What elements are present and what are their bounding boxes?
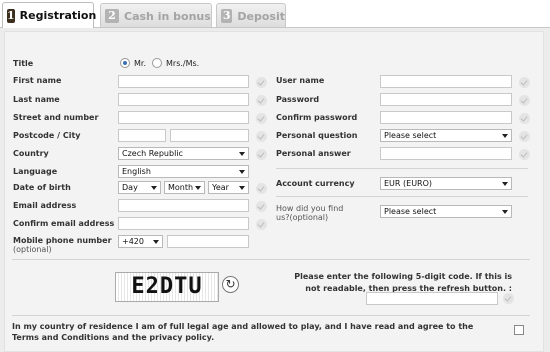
city-input[interactable] — [170, 129, 249, 142]
title-label: Title — [13, 59, 34, 68]
check-icon — [519, 95, 530, 106]
tab-number-2: 2 — [105, 9, 119, 23]
title-mr-radio[interactable] — [120, 58, 130, 68]
terms-agreement-text: In my country of residence I am of full … — [12, 322, 474, 342]
tab-label: Registration — [19, 9, 97, 22]
check-icon — [256, 201, 267, 212]
email-input[interactable] — [118, 199, 249, 212]
divider — [12, 259, 530, 260]
personal-answer-input[interactable] — [380, 147, 512, 160]
divider — [276, 168, 528, 169]
password-label: Password — [276, 95, 320, 104]
dob-month-select[interactable]: Month — [164, 181, 205, 194]
last-name-label: Last name — [13, 95, 60, 104]
find-us-label: How did you find us?(optional) — [276, 204, 343, 222]
terms-checkbox[interactable] — [514, 325, 524, 335]
mobile-prefix-select[interactable]: +420 — [118, 235, 163, 248]
username-label: User name — [276, 76, 325, 85]
chevron-down-icon — [153, 240, 159, 244]
currency-label: Account currency — [276, 179, 355, 188]
language-select[interactable]: English — [118, 165, 249, 178]
tab-label: Cash in bonus — [124, 9, 211, 23]
dob-year-value: Year — [212, 183, 229, 192]
chevron-down-icon — [239, 152, 245, 156]
check-icon — [256, 183, 267, 194]
tab-bar: 1 Registration 2 Cash in bonus 3 Deposit — [0, 0, 550, 28]
street-label: Street and number — [13, 113, 99, 122]
country-select[interactable]: Czech Republic — [118, 147, 249, 160]
language-value: English — [122, 167, 151, 176]
title-mrs-label: Mrs./Ms. — [166, 59, 200, 68]
personal-question-value: Please select — [384, 131, 437, 140]
password-input[interactable] — [380, 93, 512, 106]
first-name-label: First name — [13, 76, 62, 85]
title-mrs-radio[interactable] — [152, 58, 162, 68]
find-us-value: Please select — [384, 207, 437, 216]
tab-label: Deposit — [237, 9, 285, 23]
divider — [276, 196, 528, 197]
street-input[interactable] — [118, 111, 249, 124]
dob-year-select[interactable]: Year — [208, 181, 249, 194]
check-icon — [256, 77, 267, 88]
check-icon — [519, 113, 530, 124]
first-name-input[interactable] — [118, 75, 249, 88]
tab-cash-in-bonus[interactable]: 2 Cash in bonus — [100, 3, 212, 28]
check-icon — [256, 113, 267, 124]
find-us-select[interactable]: Please select — [380, 205, 512, 218]
chevron-down-icon — [502, 182, 508, 186]
check-icon — [519, 131, 530, 142]
confirm-password-input[interactable] — [380, 111, 512, 124]
email-label: Email address — [13, 201, 77, 210]
username-input[interactable] — [380, 75, 512, 88]
mobile-optional-label: (optional) — [13, 245, 52, 254]
chevron-down-icon — [239, 170, 245, 174]
mobile-prefix-value: +420 — [122, 237, 144, 246]
chevron-down-icon — [151, 186, 157, 190]
country-label: Country — [13, 149, 49, 158]
find-us-label-line2: us?(optional) — [276, 213, 329, 222]
check-icon — [256, 131, 267, 142]
chevron-down-icon — [195, 186, 201, 190]
mobile-label: Mobile phone number (optional) — [13, 236, 112, 254]
mobile-label-text: Mobile phone number — [13, 236, 112, 245]
confirm-email-input[interactable] — [118, 217, 249, 230]
country-value: Czech Republic — [122, 149, 183, 158]
captcha-image: E2DTU — [115, 272, 219, 302]
check-icon — [256, 149, 267, 160]
personal-question-select[interactable]: Please select — [380, 129, 512, 142]
divider — [12, 315, 530, 316]
dob-day-value: Day — [122, 183, 138, 192]
confirm-email-label: Confirm email address — [13, 219, 115, 228]
title-mr-label: Mr. — [134, 59, 146, 68]
check-icon — [519, 77, 530, 88]
chevron-down-icon — [502, 134, 508, 138]
tab-number-3: 3 — [221, 9, 233, 23]
last-name-input[interactable] — [118, 93, 249, 106]
tab-number-1: 1 — [7, 8, 15, 23]
language-label: Language — [13, 167, 58, 176]
chevron-down-icon — [502, 210, 508, 214]
currency-select[interactable]: EUR (EURO) — [380, 177, 512, 190]
check-icon — [519, 149, 530, 160]
check-icon — [256, 95, 267, 106]
dob-month-value: Month — [168, 183, 194, 192]
tab-registration[interactable]: 1 Registration — [2, 2, 97, 28]
mobile-input[interactable] — [167, 235, 249, 248]
captcha-input[interactable] — [366, 292, 498, 305]
dob-label: Date of birth — [13, 183, 71, 192]
postcode-input[interactable] — [118, 129, 166, 142]
chevron-down-icon — [239, 186, 245, 190]
refresh-icon[interactable]: ↻ — [222, 276, 239, 293]
find-us-label-line1: How did you find — [276, 204, 344, 213]
check-icon — [256, 219, 267, 230]
confirm-password-label: Confirm password — [276, 113, 358, 122]
check-icon — [503, 293, 514, 304]
tab-deposit[interactable]: 3 Deposit — [216, 3, 286, 28]
dob-day-select[interactable]: Day — [118, 181, 161, 194]
postcode-city-label: Postcode / City — [13, 131, 81, 140]
personal-answer-label: Personal answer — [276, 149, 351, 158]
currency-value: EUR (EURO) — [384, 179, 433, 188]
personal-question-label: Personal question — [276, 131, 358, 140]
